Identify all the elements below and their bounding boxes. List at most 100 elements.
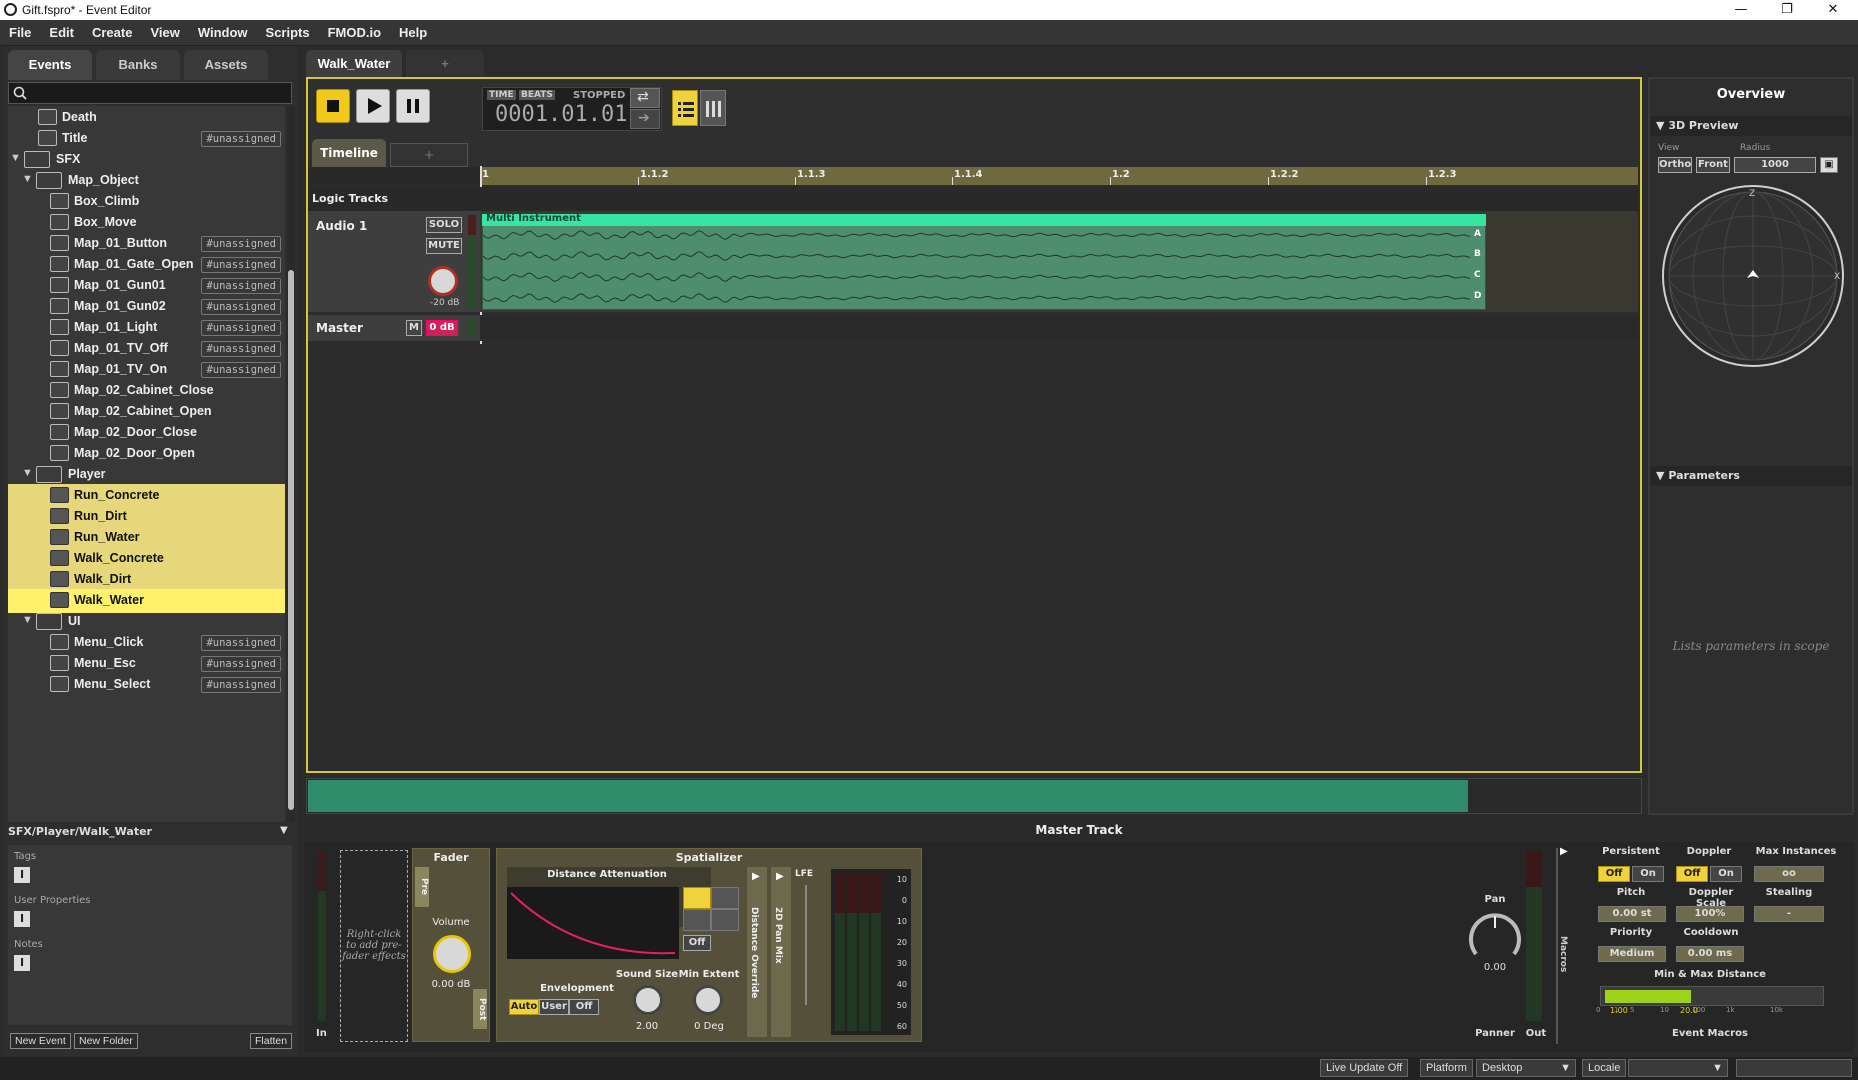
priority-input[interactable]: Medium xyxy=(1598,946,1666,962)
add-sheet-button[interactable]: + xyxy=(390,143,468,167)
menu-scripts[interactable]: Scripts xyxy=(257,20,319,46)
menu-create[interactable]: Create xyxy=(83,20,141,46)
front-button[interactable]: Front xyxy=(1696,157,1730,173)
stop-button[interactable] xyxy=(316,89,350,123)
pitch-input[interactable]: 0.00 st xyxy=(1598,906,1666,922)
stealing-select[interactable]: - xyxy=(1754,906,1824,922)
list-view-button[interactable] xyxy=(672,90,698,126)
curve-inverse-button[interactable] xyxy=(683,909,711,931)
time-toggle[interactable]: TIME xyxy=(487,90,516,100)
new-event-button[interactable]: New Event xyxy=(10,1033,71,1049)
master-volume[interactable]: 0 dB xyxy=(426,320,458,336)
locale-select[interactable]: ▼ xyxy=(1628,1059,1728,1077)
audio-track-header[interactable]: Audio 1 SOLO MUTE -20 dB xyxy=(308,211,480,312)
add-note-icon[interactable]: I xyxy=(14,955,30,971)
lfe-slider[interactable] xyxy=(805,885,807,1005)
play-button[interactable] xyxy=(356,89,390,123)
curve-inverse-tapered-button[interactable] xyxy=(711,909,739,931)
pre-tab[interactable]: Pre xyxy=(415,867,429,907)
tree-event[interactable]: Menu_Select #unassigned xyxy=(8,673,285,697)
overview-region[interactable] xyxy=(308,780,1468,812)
platform-select[interactable]: Desktop ▼ xyxy=(1476,1059,1576,1077)
persistent-on-button[interactable]: On xyxy=(1632,866,1664,882)
attenuation-curve[interactable] xyxy=(507,887,679,959)
tab-banks[interactable]: Banks xyxy=(96,50,180,80)
cooldown-input[interactable]: 0.00 ms xyxy=(1676,946,1744,962)
volume-knob[interactable] xyxy=(433,935,471,973)
mixer-view-button[interactable] xyxy=(700,90,726,126)
envelopment-off-button[interactable]: Off xyxy=(569,999,599,1015)
maximize-button[interactable]: ❐ xyxy=(1764,0,1810,20)
distance-range-fill[interactable] xyxy=(1605,990,1691,1003)
multi-instrument-header[interactable]: Multi Instrument xyxy=(482,213,1486,226)
ortho-button[interactable]: Ortho xyxy=(1658,157,1692,173)
bank-tag[interactable]: #unassigned xyxy=(201,299,281,315)
beats-toggle[interactable]: BEATS xyxy=(519,90,555,100)
expand-arrow-icon[interactable]: ▼ xyxy=(10,152,21,164)
3d-preview-sphere[interactable] xyxy=(1660,183,1846,369)
follow-button[interactable]: ➔ xyxy=(630,109,660,129)
bank-tag[interactable]: #unassigned xyxy=(201,236,281,252)
persistent-off-button[interactable]: Off xyxy=(1598,866,1630,882)
multi-instrument[interactable] xyxy=(482,214,1486,310)
master-track-header[interactable]: Master M 0 dB xyxy=(308,315,480,341)
distance-override-strip[interactable]: ▶ Distance Override xyxy=(747,867,767,1037)
bank-tag[interactable]: #unassigned xyxy=(201,677,281,693)
search-input[interactable] xyxy=(8,82,292,104)
mute-button[interactable]: MUTE xyxy=(426,238,462,254)
master-mute-button[interactable]: M xyxy=(406,320,422,336)
curve-linear-button[interactable] xyxy=(711,887,739,909)
expand-arrow-icon[interactable]: ▼ xyxy=(22,173,33,185)
pause-button[interactable] xyxy=(396,89,430,123)
menu-window[interactable]: Window xyxy=(189,20,257,46)
tab-assets[interactable]: Assets xyxy=(184,50,268,80)
bank-tag[interactable]: #unassigned xyxy=(201,320,281,336)
parameters-header[interactable]: ▼ Parameters xyxy=(1650,466,1852,486)
menu-help[interactable]: Help xyxy=(390,20,436,46)
add-event-tab-button[interactable]: + xyxy=(406,50,484,78)
new-folder-button[interactable]: New Folder xyxy=(74,1033,138,1049)
expand-arrow-icon[interactable]: ▼ xyxy=(22,614,33,626)
lock-icon[interactable]: ▣ xyxy=(1820,157,1838,173)
doppler-on-button[interactable]: On xyxy=(1710,866,1742,882)
pre-fader-slot[interactable]: Right-click to add pre-fader effects xyxy=(340,850,408,1042)
menu-view[interactable]: View xyxy=(141,20,188,46)
min-extent-knob[interactable] xyxy=(693,985,723,1015)
bank-tag[interactable]: #unassigned xyxy=(201,131,281,147)
doppler-off-button[interactable]: Off xyxy=(1676,866,1708,882)
bank-tag[interactable]: #unassigned xyxy=(201,341,281,357)
doppler-scale-input[interactable]: 100% xyxy=(1676,906,1744,922)
loop-button[interactable]: ⇄ xyxy=(630,88,660,108)
menu-file[interactable]: File xyxy=(0,20,40,46)
min-max-distance-slider[interactable] xyxy=(1600,986,1824,1006)
post-tab[interactable]: Post xyxy=(473,989,487,1029)
3d-preview-header[interactable]: ▼ 3D Preview xyxy=(1650,116,1852,136)
curve-off-button[interactable]: Off xyxy=(683,935,711,951)
sound-size-knob[interactable] xyxy=(633,985,663,1015)
radius-input[interactable]: 1000 xyxy=(1734,157,1816,173)
live-update-button[interactable]: Live Update Off xyxy=(1320,1059,1409,1077)
expand-arrow-icon[interactable]: ▼ xyxy=(22,467,33,479)
pan-mix-strip[interactable]: ▶ 2D Pan Mix xyxy=(771,867,791,1037)
menu-edit[interactable]: Edit xyxy=(40,20,83,46)
envelopment-auto-button[interactable]: Auto xyxy=(509,999,539,1015)
tree-scrollbar-thumb[interactable] xyxy=(288,270,294,810)
timeline-ruler[interactable]: 1 1.1.2 1.1.3 1.1.4 1.2 1.2.2 1.2.3 xyxy=(480,167,1638,185)
bank-tag[interactable]: #unassigned xyxy=(201,656,281,672)
bank-tag[interactable]: #unassigned xyxy=(201,362,281,378)
add-user-property-icon[interactable]: I xyxy=(14,911,30,927)
add-tag-icon[interactable]: I xyxy=(14,867,30,883)
solo-button[interactable]: SOLO xyxy=(426,217,462,233)
play-icon[interactable]: ▶ xyxy=(1560,846,1568,857)
flatten-button[interactable]: Flatten xyxy=(250,1033,293,1049)
tab-walk-water[interactable]: Walk_Water xyxy=(306,50,402,78)
curve-linear-squared-button[interactable] xyxy=(683,887,711,909)
chevron-down-icon[interactable]: ▼ xyxy=(280,825,288,836)
tab-events[interactable]: Events xyxy=(8,50,92,80)
bank-tag[interactable]: #unassigned xyxy=(201,278,281,294)
bank-tag[interactable]: #unassigned xyxy=(201,257,281,273)
bank-tag[interactable]: #unassigned xyxy=(201,635,281,651)
envelopment-user-button[interactable]: User xyxy=(539,999,569,1015)
close-button[interactable]: ✕ xyxy=(1810,0,1856,20)
minimize-button[interactable]: — xyxy=(1718,0,1764,20)
